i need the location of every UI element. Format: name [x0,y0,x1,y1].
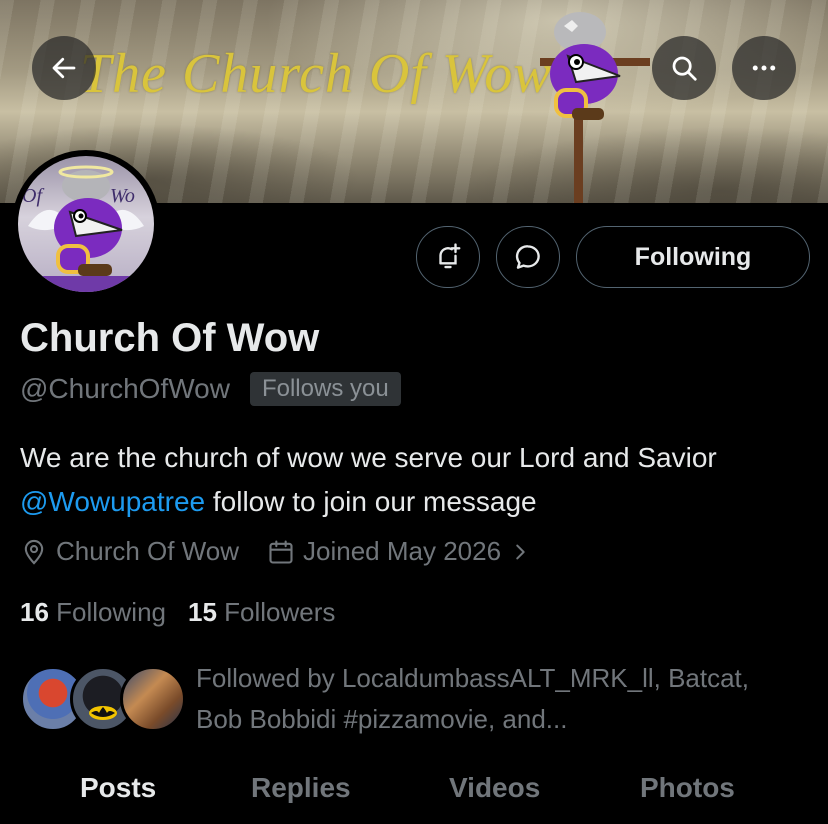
following-label: Following [56,597,166,627]
tab-videos[interactable]: Videos [449,772,540,804]
following-count: 16 [20,597,49,627]
profile-avatar[interactable]: Of Wo [12,150,160,298]
joined-item[interactable]: Joined May 2026 [267,536,531,567]
banner-title: The Church Of Wow [80,43,552,105]
profile-meta: Church Of Wow Joined May 2026 [20,536,559,567]
chat-bubble-icon [515,245,540,269]
follower-avatar [120,666,186,732]
tab-posts[interactable]: Posts [80,772,156,804]
bio-text-start: We are the church of wow we serve our Lo… [20,442,717,473]
banner-mascot-image [550,12,621,120]
followers-count: 15 [187,597,217,627]
chevron-right-icon [516,544,525,559]
followers-label: Followers [224,597,336,627]
profile-tabs: Posts Replies Videos Photos [0,772,828,824]
notify-button[interactable] [416,226,480,288]
location-pin-icon [24,539,44,565]
location-text: Church Of Wow [56,536,240,566]
follows-you-badge: Follows you [249,372,401,406]
followed-by-text[interactable]: Followed by LocaldumbassALT_MRK_ll, Batc… [196,658,796,740]
avatar-mascot: Of Wo [18,165,154,292]
tab-replies[interactable]: Replies [251,772,351,804]
back-button[interactable] [32,36,96,100]
handle-row: @ChurchOfWow Follows you [20,372,401,406]
bio-text-end: follow to join our message [205,486,537,517]
more-horizontal-icon [752,65,776,71]
followers-stat[interactable]: 15 Followers [188,597,335,628]
bio-mention-link[interactable]: @Wowupatree [20,486,205,517]
search-icon [672,56,697,81]
svg-text:Wo: Wo [110,185,135,207]
svg-text:Of: Of [22,185,44,207]
following-stat[interactable]: 16 Following [20,597,166,628]
user-handle: @ChurchOfWow [20,373,230,404]
followed-by-avatars[interactable] [20,666,186,736]
follow-stats: 16 Following 15 Followers [20,597,335,628]
message-button[interactable] [496,226,560,288]
more-button[interactable] [732,36,796,100]
tab-photos[interactable]: Photos [640,772,735,804]
joined-text: Joined May 2026 [303,536,502,566]
calendar-icon [269,539,293,564]
search-button[interactable] [652,36,716,100]
profile-bio: We are the church of wow we serve our Lo… [20,436,800,524]
bell-plus-icon [439,243,461,269]
location-item: Church Of Wow [20,536,239,567]
following-button[interactable]: Following [576,226,810,288]
arrow-left-icon [52,57,76,79]
avatar-image: Of Wo [18,156,154,292]
display-name: Church Of Wow [20,316,320,360]
